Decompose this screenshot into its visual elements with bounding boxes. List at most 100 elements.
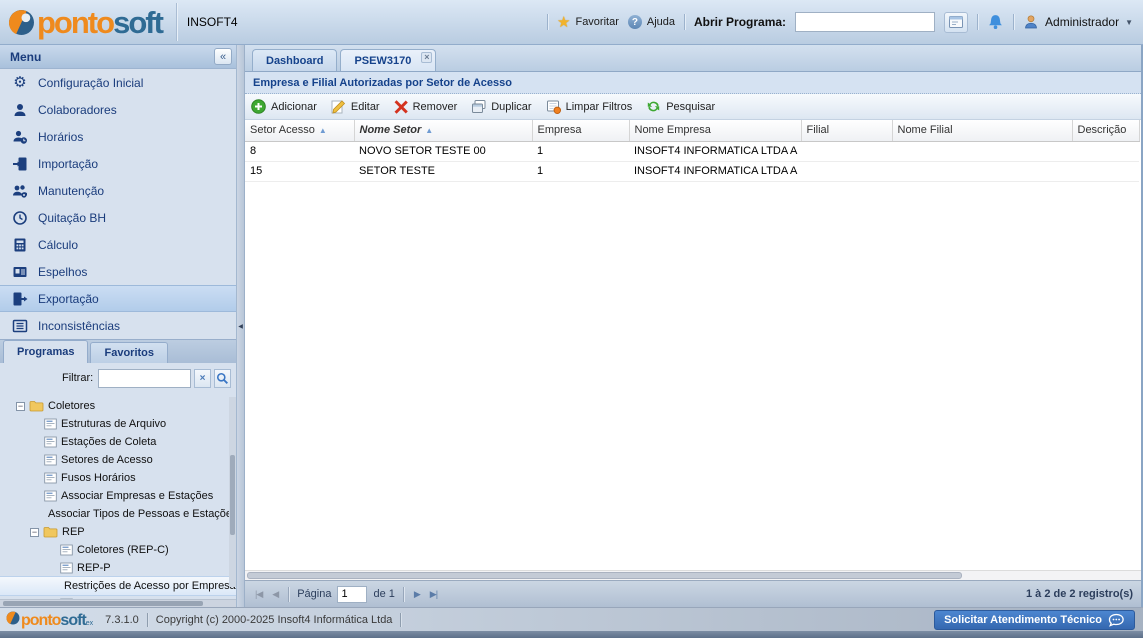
duplicate-icon <box>471 99 486 114</box>
last-page-button[interactable]: ▶| <box>428 589 439 600</box>
tree-item-setores-de-acesso[interactable]: Setores de Acesso <box>0 451 236 469</box>
footer: pontosoft ex 7.3.1.0 Copyright (c) 2000-… <box>0 607 1143 631</box>
tree-horizontal-scrollbar[interactable] <box>0 599 236 607</box>
tree-item-fusos-horarios[interactable]: Fusos Horários <box>0 469 236 487</box>
menu-item-calculo[interactable]: Cálculo <box>0 231 236 258</box>
notifications-button[interactable] <box>987 14 1004 30</box>
close-tab-icon[interactable]: × <box>421 52 432 63</box>
adicionar-button[interactable]: Adicionar <box>251 99 317 114</box>
search-filter-button[interactable] <box>214 369 231 388</box>
help-button[interactable]: ? Ajuda <box>628 15 675 29</box>
tree-item-rep-p[interactable]: REP-P <box>0 559 236 577</box>
tree-item-coletores-rep-c[interactable]: Coletores (REP-C) <box>0 541 236 559</box>
cell-nome-empresa: INSOFT4 INFORMATICA LTDA A <box>629 161 801 181</box>
next-page-button[interactable]: ▶ <box>412 589 422 600</box>
window-icon <box>948 14 964 30</box>
tab-favoritos[interactable]: Favoritos <box>90 342 168 363</box>
column-header-nome-setor[interactable]: Nome Setor▲ <box>354 120 532 141</box>
table-row[interactable]: 8 NOVO SETOR TESTE 00 1 INSOFT4 INFORMAT… <box>245 141 1139 161</box>
open-program-input[interactable] <box>795 12 935 32</box>
tree-item-associar-tipos-de-pessoas-e-estacoes[interactable]: Associar Tipos de Pessoas e Estações <box>0 505 236 523</box>
refresh-icon <box>646 99 661 114</box>
cell-nome-setor: SETOR TESTE <box>354 161 532 181</box>
column-header-setor-acesso[interactable]: Setor Acesso▲ <box>245 120 354 141</box>
limpar-filtros-button[interactable]: Limpar Filtros <box>546 99 633 114</box>
tab-psew3170[interactable]: PSEW3170 × <box>340 49 436 71</box>
collapse-node-icon[interactable]: − <box>30 528 39 537</box>
gears-icon: ⚙ <box>11 75 29 90</box>
clock-icon <box>11 210 29 226</box>
duplicar-button[interactable]: Duplicar <box>471 99 531 114</box>
favorite-label: Favoritar <box>575 16 618 28</box>
import-icon <box>11 156 29 172</box>
program-list-button[interactable] <box>944 12 968 33</box>
column-header-empresa[interactable]: Empresa <box>532 120 629 141</box>
cell-nome-empresa: INSOFT4 INFORMATICA LTDA A <box>629 141 801 161</box>
tab-programas[interactable]: Programas <box>3 340 88 363</box>
tree-item-restricoes-de-acesso[interactable]: Restrições de Acesso por Empresa e <box>0 577 236 595</box>
logo-text: pontosoft <box>37 7 162 38</box>
tree-item-estruturas-de-arquivo[interactable]: Estruturas de Arquivo <box>0 415 236 433</box>
column-header-descricao[interactable]: Descrição <box>1072 120 1139 141</box>
pesquisar-button[interactable]: Pesquisar <box>646 99 715 114</box>
tab-strip: Dashboard PSEW3170 × <box>245 45 1141 72</box>
clear-filter-button[interactable]: × <box>194 369 211 388</box>
badge-icon <box>11 264 29 280</box>
sidebar-splitter[interactable]: ◀ <box>237 45 245 607</box>
cell-setor-acesso: 8 <box>245 141 354 161</box>
table-row[interactable]: 15 SETOR TESTE 1 INSOFT4 INFORMATICA LTD… <box>245 161 1139 181</box>
column-header-nome-filial[interactable]: Nome Filial <box>892 120 1072 141</box>
menu-item-espelhos[interactable]: Espelhos <box>0 258 236 285</box>
tree-item-rep[interactable]: − REP <box>0 523 236 541</box>
collapse-menu-button[interactable]: « <box>214 48 232 65</box>
scrollbar-thumb[interactable] <box>230 455 235 535</box>
filter-row: Filtrar: × <box>0 363 236 393</box>
menu-item-configuracao-inicial[interactable]: ⚙ Configuração Inicial <box>0 69 236 96</box>
person-icon <box>11 102 29 118</box>
star-icon: ★ <box>557 13 570 31</box>
sort-asc-icon: ▲ <box>319 126 327 135</box>
tab-dashboard[interactable]: Dashboard <box>252 49 337 71</box>
tree-vertical-scrollbar[interactable] <box>229 397 236 587</box>
form-icon <box>60 544 73 556</box>
user-menu-button[interactable]: Administrador ▼ <box>1023 14 1133 30</box>
bottom-edge <box>0 631 1143 638</box>
cell-setor-acesso: 15 <box>245 161 354 181</box>
menu-item-importacao[interactable]: Importação <box>0 150 236 177</box>
copyright-label: Copyright (c) 2000-2025 Insoft4 Informát… <box>156 614 393 626</box>
form-icon <box>60 562 73 574</box>
tree-item-associar-empresas-e-estacoes[interactable]: Associar Empresas e Estações <box>0 487 236 505</box>
previous-page-button[interactable]: ◀ <box>270 589 280 600</box>
people-gear-icon <box>11 183 29 199</box>
first-page-button[interactable]: |◀ <box>253 589 264 600</box>
support-button[interactable]: Solicitar Atendimento Técnico <box>934 610 1135 630</box>
header-actions: ★ Favoritar ? Ajuda Abrir Programa: <box>547 12 1133 33</box>
version-label: 7.3.1.0 <box>105 614 139 626</box>
menu-item-exportacao[interactable]: Exportação <box>0 285 236 312</box>
menu-item-manutencao[interactable]: Manutenção <box>0 177 236 204</box>
filter-input[interactable] <box>98 369 191 388</box>
column-header-filial[interactable]: Filial <box>801 120 892 141</box>
cell-nome-filial <box>892 141 1072 161</box>
logo-sphere-icon <box>8 9 35 36</box>
collapse-node-icon[interactable]: − <box>16 402 25 411</box>
tree-item-coletores[interactable]: − Coletores <box>0 397 236 415</box>
filter-label: Filtrar: <box>62 372 93 384</box>
menu-item-quitacao-bh[interactable]: Quitação BH <box>0 204 236 231</box>
menu-item-colaboradores[interactable]: Colaboradores <box>0 96 236 123</box>
editar-button[interactable]: Editar <box>331 99 380 114</box>
scrollbar-thumb[interactable] <box>3 601 203 606</box>
scrollbar-thumb[interactable] <box>247 572 962 579</box>
sort-asc-icon: ▲ <box>425 126 433 135</box>
column-header-nome-empresa[interactable]: Nome Empresa <box>629 120 801 141</box>
page-input[interactable] <box>337 586 367 603</box>
tree-item-estacoes-de-coleta[interactable]: Estações de Coleta <box>0 433 236 451</box>
remover-button[interactable]: Remover <box>394 100 458 114</box>
caret-down-icon: ▼ <box>1125 18 1133 27</box>
edit-icon <box>331 99 346 114</box>
menu-item-horarios[interactable]: Horários <box>0 123 236 150</box>
page-label: Página <box>297 588 331 600</box>
menu-item-inconsistencias[interactable]: Inconsistências <box>0 312 236 339</box>
grid-horizontal-scrollbar[interactable] <box>245 570 1141 580</box>
favorite-button[interactable]: ★ Favoritar <box>557 13 619 31</box>
